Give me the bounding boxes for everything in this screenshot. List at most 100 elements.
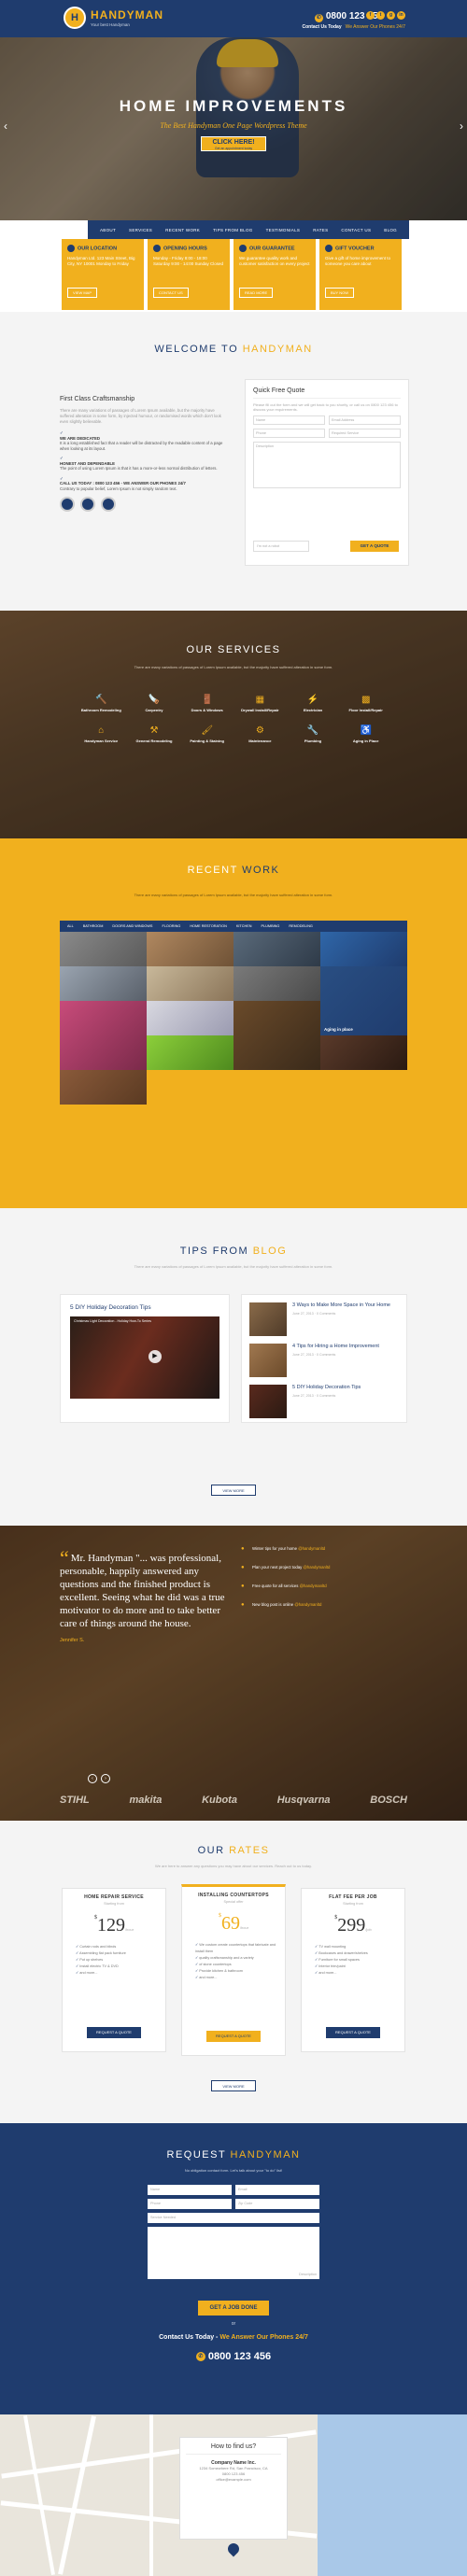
portfolio-tile[interactable] <box>320 1035 407 1070</box>
feature-button[interactable]: VIEW MAP <box>67 288 98 298</box>
nav-rates[interactable]: RATES <box>313 228 328 232</box>
facebook-icon[interactable]: f <box>366 11 375 20</box>
filter-tab[interactable]: PLUMBING <box>262 924 280 928</box>
slider-next-icon[interactable]: › <box>460 120 463 133</box>
email-field[interactable]: Email Address <box>329 415 401 425</box>
post-thumbnail <box>249 1302 287 1336</box>
view-more-button[interactable]: VIEW MORE <box>211 2080 256 2091</box>
hero-cta-button[interactable]: CLICK HERE! Get an appointment today <box>201 136 266 151</box>
filter-tab[interactable]: HOME RESTORATION <box>190 924 227 928</box>
video-player[interactable]: Christmas Light Decoration - Holiday How… <box>70 1316 219 1399</box>
zip-field[interactable]: Zip Code <box>235 2199 319 2209</box>
google-plus-icon[interactable]: g <box>387 11 395 20</box>
name-field[interactable]: Name <box>148 2185 232 2195</box>
portfolio-tile[interactable] <box>234 932 320 966</box>
price: $69/hour <box>218 1913 249 1934</box>
portfolio-tile[interactable] <box>147 932 234 966</box>
service-item[interactable]: ▦ Drywall Install/Repair <box>234 695 287 712</box>
service-item[interactable]: ⚡ Electrician <box>287 695 340 712</box>
nav-recent-work[interactable]: RECENT WORK <box>165 228 200 232</box>
nav-contact[interactable]: CONTACT US <box>341 228 371 232</box>
feature-button[interactable]: BUY NOW <box>325 288 355 298</box>
list-item: and more... <box>76 1970 160 1977</box>
description-field[interactable]: Description <box>148 2227 319 2279</box>
portfolio-tile[interactable] <box>234 966 320 1001</box>
request-quote-button[interactable]: REQUEST A QUOTE <box>326 2027 380 2038</box>
service-select[interactable]: Service Needed <box>148 2213 319 2223</box>
testimonial-next-icon[interactable]: › <box>101 1774 110 1783</box>
portfolio-tile[interactable] <box>60 966 147 1001</box>
twitter-icon[interactable]: t <box>376 11 385 20</box>
nav-about[interactable]: ABOUT <box>100 228 116 232</box>
play-icon[interactable]: ▶ <box>149 1350 162 1363</box>
service-item[interactable]: ▩ Floor Install/Repair <box>339 695 392 712</box>
service-select[interactable]: Required Service <box>329 429 401 438</box>
filter-tab[interactable]: ALL <box>67 924 74 928</box>
portfolio-tile[interactable]: Aging in place <box>320 966 407 1035</box>
nav-tips[interactable]: TIPS FROM BLOG <box>213 228 252 232</box>
nav-blog[interactable]: BLOG <box>384 228 397 232</box>
contact-phone[interactable]: ✆ 0800 123 456 <box>0 2351 467 2362</box>
name-field[interactable]: Name <box>253 415 325 425</box>
filter-tab[interactable]: REMODELING <box>289 924 313 928</box>
filter-tab[interactable]: BATHROOM <box>83 924 104 928</box>
service-icon: ⚡ <box>306 695 319 705</box>
logo[interactable]: H HANDYMAN Your best Handyman <box>64 7 163 29</box>
map-section[interactable]: How to find us? Company Name Inc. 1234 S… <box>0 2414 467 2576</box>
portfolio-tile[interactable] <box>234 1001 320 1070</box>
brand-logos: STIHL makita Kubota Husqvarna BOSCH <box>60 1795 407 1806</box>
request-section: REQUEST HANDYMAN No obligation contact f… <box>0 2123 467 2414</box>
email-field[interactable]: Email <box>235 2185 319 2195</box>
portfolio-tile[interactable] <box>60 1001 147 1070</box>
portfolio-tile[interactable] <box>320 932 407 966</box>
feature-voucher: GIFT VOUCHER Give a gift of home improve… <box>319 239 402 310</box>
portfolio-tile[interactable] <box>147 1035 234 1070</box>
list-item[interactable]: 5 DIY Holiday Decoration Tips June 27, 20… <box>249 1385 399 1418</box>
list-item: WE ARE DEDICATEDIt is a long established… <box>60 430 228 451</box>
pricing-card: HOME REPAIR SERVICE Starting from $129/hou… <box>62 1888 166 2052</box>
portfolio-tile[interactable] <box>147 1001 234 1035</box>
list-item: CALL US TODAY : 0800 123 456 - WE ANSWER… <box>60 476 228 492</box>
get-job-done-button[interactable]: GET A JOB DONE <box>198 2301 269 2316</box>
portfolio-tile[interactable] <box>147 966 234 1001</box>
phone-field[interactable]: Phone <box>148 2199 232 2209</box>
service-item[interactable]: ⚒ General Remodeling <box>128 725 181 743</box>
get-quote-button[interactable]: GET A QUOTE <box>350 541 399 552</box>
service-item[interactable]: 🖌 Painting & Staining <box>180 725 234 743</box>
list-item: Furniture for small spaces <box>315 1957 399 1964</box>
filter-tab[interactable]: KITCHEN <box>236 924 252 928</box>
request-quote-button[interactable]: REQUEST A QUOTE <box>206 2031 261 2042</box>
feature-button[interactable]: CONTACT US <box>153 288 189 298</box>
slider-prev-icon[interactable]: ‹ <box>4 120 7 133</box>
description-field[interactable]: Description <box>253 442 401 488</box>
view-more-button[interactable]: VIEW MORE <box>211 1485 256 1496</box>
service-item[interactable]: ⌂ Handyman Service <box>75 725 128 743</box>
captcha-checkbox[interactable]: I'm not a robot <box>253 541 309 552</box>
portfolio-tile[interactable] <box>60 1070 147 1105</box>
testimonial-prev-icon[interactable]: ‹ <box>88 1774 97 1783</box>
service-item[interactable]: ⚙ Maintenance <box>234 725 287 743</box>
service-item[interactable]: 🚪 Doors & Windows <box>180 695 234 712</box>
list-item: and more... <box>195 1975 279 1981</box>
list-item[interactable]: 3 Ways to Make More Space in Your Home Ju… <box>249 1302 399 1336</box>
request-quote-button[interactable]: REQUEST A QUOTE <box>87 2027 141 2038</box>
filter-tab[interactable]: DOORS AND WINDOWS <box>112 924 152 928</box>
list-item[interactable]: 4 Tips for Hiring a Home Improvement June… <box>249 1344 399 1377</box>
nav-services[interactable]: SERVICES <box>129 228 152 232</box>
list-item: Install electric TV & DVD <box>76 1964 160 1970</box>
feature-button[interactable]: READ MORE <box>239 288 274 298</box>
service-item[interactable]: ♿ Aging in Place <box>339 725 392 743</box>
service-item[interactable]: 🔧 Plumbing <box>287 725 340 743</box>
service-item[interactable]: 🔨 Bathroom Remodeling <box>75 695 128 712</box>
welcome-section: WELCOME TO HANDYMAN First Class Craftsma… <box>0 312 467 611</box>
phone-field[interactable]: Phone <box>253 429 325 438</box>
service-icon: ⌂ <box>98 725 105 736</box>
linkedin-icon[interactable]: in <box>397 11 405 20</box>
map-pin-icon[interactable] <box>225 2541 242 2557</box>
post-title[interactable]: 5 DIY Holiday Decoration Tips <box>70 1304 219 1311</box>
filter-tab[interactable]: FLOORING <box>162 924 180 928</box>
featured-post: 5 DIY Holiday Decoration Tips Christmas … <box>60 1294 230 1423</box>
portfolio-tile[interactable] <box>60 932 147 966</box>
nav-testimonials[interactable]: TESTIMONIALS <box>266 228 301 232</box>
service-item[interactable]: 🪚 Carpentry <box>128 695 181 712</box>
